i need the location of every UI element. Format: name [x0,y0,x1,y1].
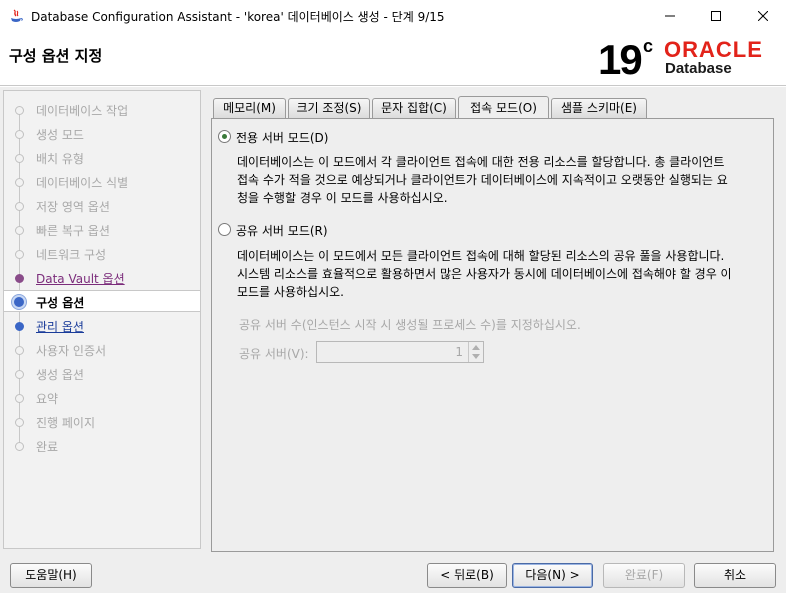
step-item: 네트워크 구성 [4,243,200,265]
step-item: 완료 [4,435,200,457]
connection-mode-panel: 전용 서버 모드(D) 데이터베이스는 이 모드에서 각 클라이언트 접속에 대… [211,118,774,552]
help-button[interactable]: 도움말(H) [10,563,92,588]
page-title: 구성 옵션 지정 [9,47,103,65]
step-item: 배치 유형 [4,147,200,169]
step-item: 요약 [4,387,200,409]
step-indicator-icon [15,178,24,187]
step-indicator-icon [15,274,24,283]
step-item: 생성 모드 [4,123,200,145]
tab-sizing[interactable]: 크기 조정(S) [288,98,370,118]
finish-button[interactable]: 완료(F) [603,563,685,588]
tab-memory[interactable]: 메모리(M) [213,98,286,118]
close-icon [758,10,768,21]
tab-label: 샘플 스키마(E) [561,101,637,115]
tab-character-set[interactable]: 문자 집합(C) [372,98,456,118]
spinner-value: 1 [455,345,463,359]
step-label: 요약 [36,392,59,406]
chevron-up-icon[interactable] [472,345,480,350]
logo-superscript: c [643,36,654,56]
step-label: 생성 옵션 [36,368,84,382]
window-title: Database Configuration Assistant - 'kore… [31,10,445,24]
step-indicator-icon [15,322,24,331]
tab-label: 메모리(M) [223,101,276,115]
step-item[interactable]: Data Vault 옵션 [4,267,200,289]
tab-label: 문자 집합(C) [381,101,447,115]
step-label: 사용자 인증서 [36,344,107,358]
description-line: 데이터베이스는 이 모드에서 각 클라이언트 접속에 대한 전용 리소스를 할당… [237,155,725,169]
step-item: 저장 영역 옵션 [4,195,200,217]
step-item: 구성 옵션 [4,290,200,312]
step-item: 데이터베이스 식별 [4,171,200,193]
step-navigator: 데이터베이스 작업생성 모드배치 유형데이터베이스 식별저장 영역 옵션빠른 복… [3,90,201,549]
minimize-button[interactable] [647,0,693,31]
step-label: 네트워크 구성 [36,248,107,262]
step-indicator-icon [15,346,24,355]
wizard-body: 데이터베이스 작업생성 모드배치 유형데이터베이스 식별저장 영역 옵션빠른 복… [0,87,786,557]
shared-server-hint: 공유 서버 수(인스턴스 시작 시 생성될 프로세스 수)를 지정하십시오. [239,318,581,332]
logo-product: Database [665,60,732,77]
step-label: 데이터베이스 작업 [36,104,129,118]
step-label: 데이터베이스 식별 [36,176,129,190]
description-line: 청을 수행할 경우 이 모드를 사용하십시오. [237,191,448,205]
dedicated-server-radio[interactable] [218,130,231,143]
step-item[interactable]: 관리 옵션 [4,315,200,337]
shared-server-count-spinner[interactable]: 1 [316,341,484,363]
step-indicator-icon [15,130,24,139]
step-item: 사용자 인증서 [4,339,200,361]
description-line: 접속 수가 적을 것으로 예상되거나 클라이언트가 데이터베이스에 지속적이고 … [237,173,728,187]
maximize-button[interactable] [693,0,739,31]
minimize-icon [665,15,675,16]
wizard-header: 구성 옵션 지정 19 c ORACLE Database [0,31,786,86]
step-item: 생성 옵션 [4,363,200,385]
step-label: 빠른 복구 옵션 [36,224,110,238]
tab-label: 크기 조정(S) [296,101,362,115]
close-button[interactable] [740,0,786,31]
step-label: 배치 유형 [36,152,84,166]
step-label: 완료 [36,440,59,454]
description-line: 데이터베이스는 이 모드에서 모든 클라이언트 접속에 대해 할당된 리소스의 … [237,249,725,263]
step-label: 구성 옵션 [36,296,85,310]
step-indicator-icon [12,295,26,309]
shared-server-radio[interactable] [218,223,231,236]
shared-server-description: 데이터베이스는 이 모드에서 모든 클라이언트 접속에 대해 할당된 리소스의 … [237,247,732,301]
step-item: 데이터베이스 작업 [4,99,200,121]
step-indicator-icon [15,418,24,427]
step-indicator-icon [15,106,24,115]
step-indicator-icon [15,250,24,259]
shared-server-count-label: 공유 서버(V): [239,347,309,361]
tab-connection-mode[interactable]: 접속 모드(O) [458,96,549,119]
step-item: 빠른 복구 옵션 [4,219,200,241]
wizard-footer: 도움말(H) < 뒤로(B) 다음(N) > 완료(F) 취소 [0,557,786,593]
dedicated-server-description: 데이터베이스는 이 모드에서 각 클라이언트 접속에 대한 전용 리소스를 할당… [237,153,728,207]
cancel-button[interactable]: 취소 [694,563,776,588]
step-indicator-icon [15,442,24,451]
java-app-icon [11,9,23,22]
spinner-arrows[interactable] [468,342,483,362]
step-indicator-icon [15,154,24,163]
tab-label: 접속 모드(O) [470,101,537,115]
dedicated-server-label[interactable]: 전용 서버 모드(D) [236,129,328,146]
back-button[interactable]: < 뒤로(B) [427,563,507,588]
shared-server-label[interactable]: 공유 서버 모드(R) [236,222,328,239]
description-line: 시스템 리소스를 효율적으로 활용하면서 많은 사용자가 동시에 데이터베이스에… [237,267,732,281]
logo-version: 19 [598,36,643,83]
step-item: 진행 페이지 [4,411,200,433]
step-label: Data Vault 옵션 [36,272,125,286]
chevron-down-icon[interactable] [472,354,480,359]
step-label: 저장 영역 옵션 [36,200,110,214]
next-button[interactable]: 다음(N) > [512,563,593,588]
description-line: 모드를 사용하십시오. [237,285,344,299]
step-label: 생성 모드 [36,128,84,142]
step-indicator-icon [15,226,24,235]
maximize-icon [711,10,721,21]
window-titlebar: Database Configuration Assistant - 'kore… [0,0,786,31]
tab-sample-schemas[interactable]: 샘플 스키마(E) [551,98,647,118]
step-label: 진행 페이지 [36,416,96,430]
step-label: 관리 옵션 [36,320,84,334]
step-indicator-icon [15,370,24,379]
step-indicator-icon [15,394,24,403]
step-indicator-icon [15,202,24,211]
